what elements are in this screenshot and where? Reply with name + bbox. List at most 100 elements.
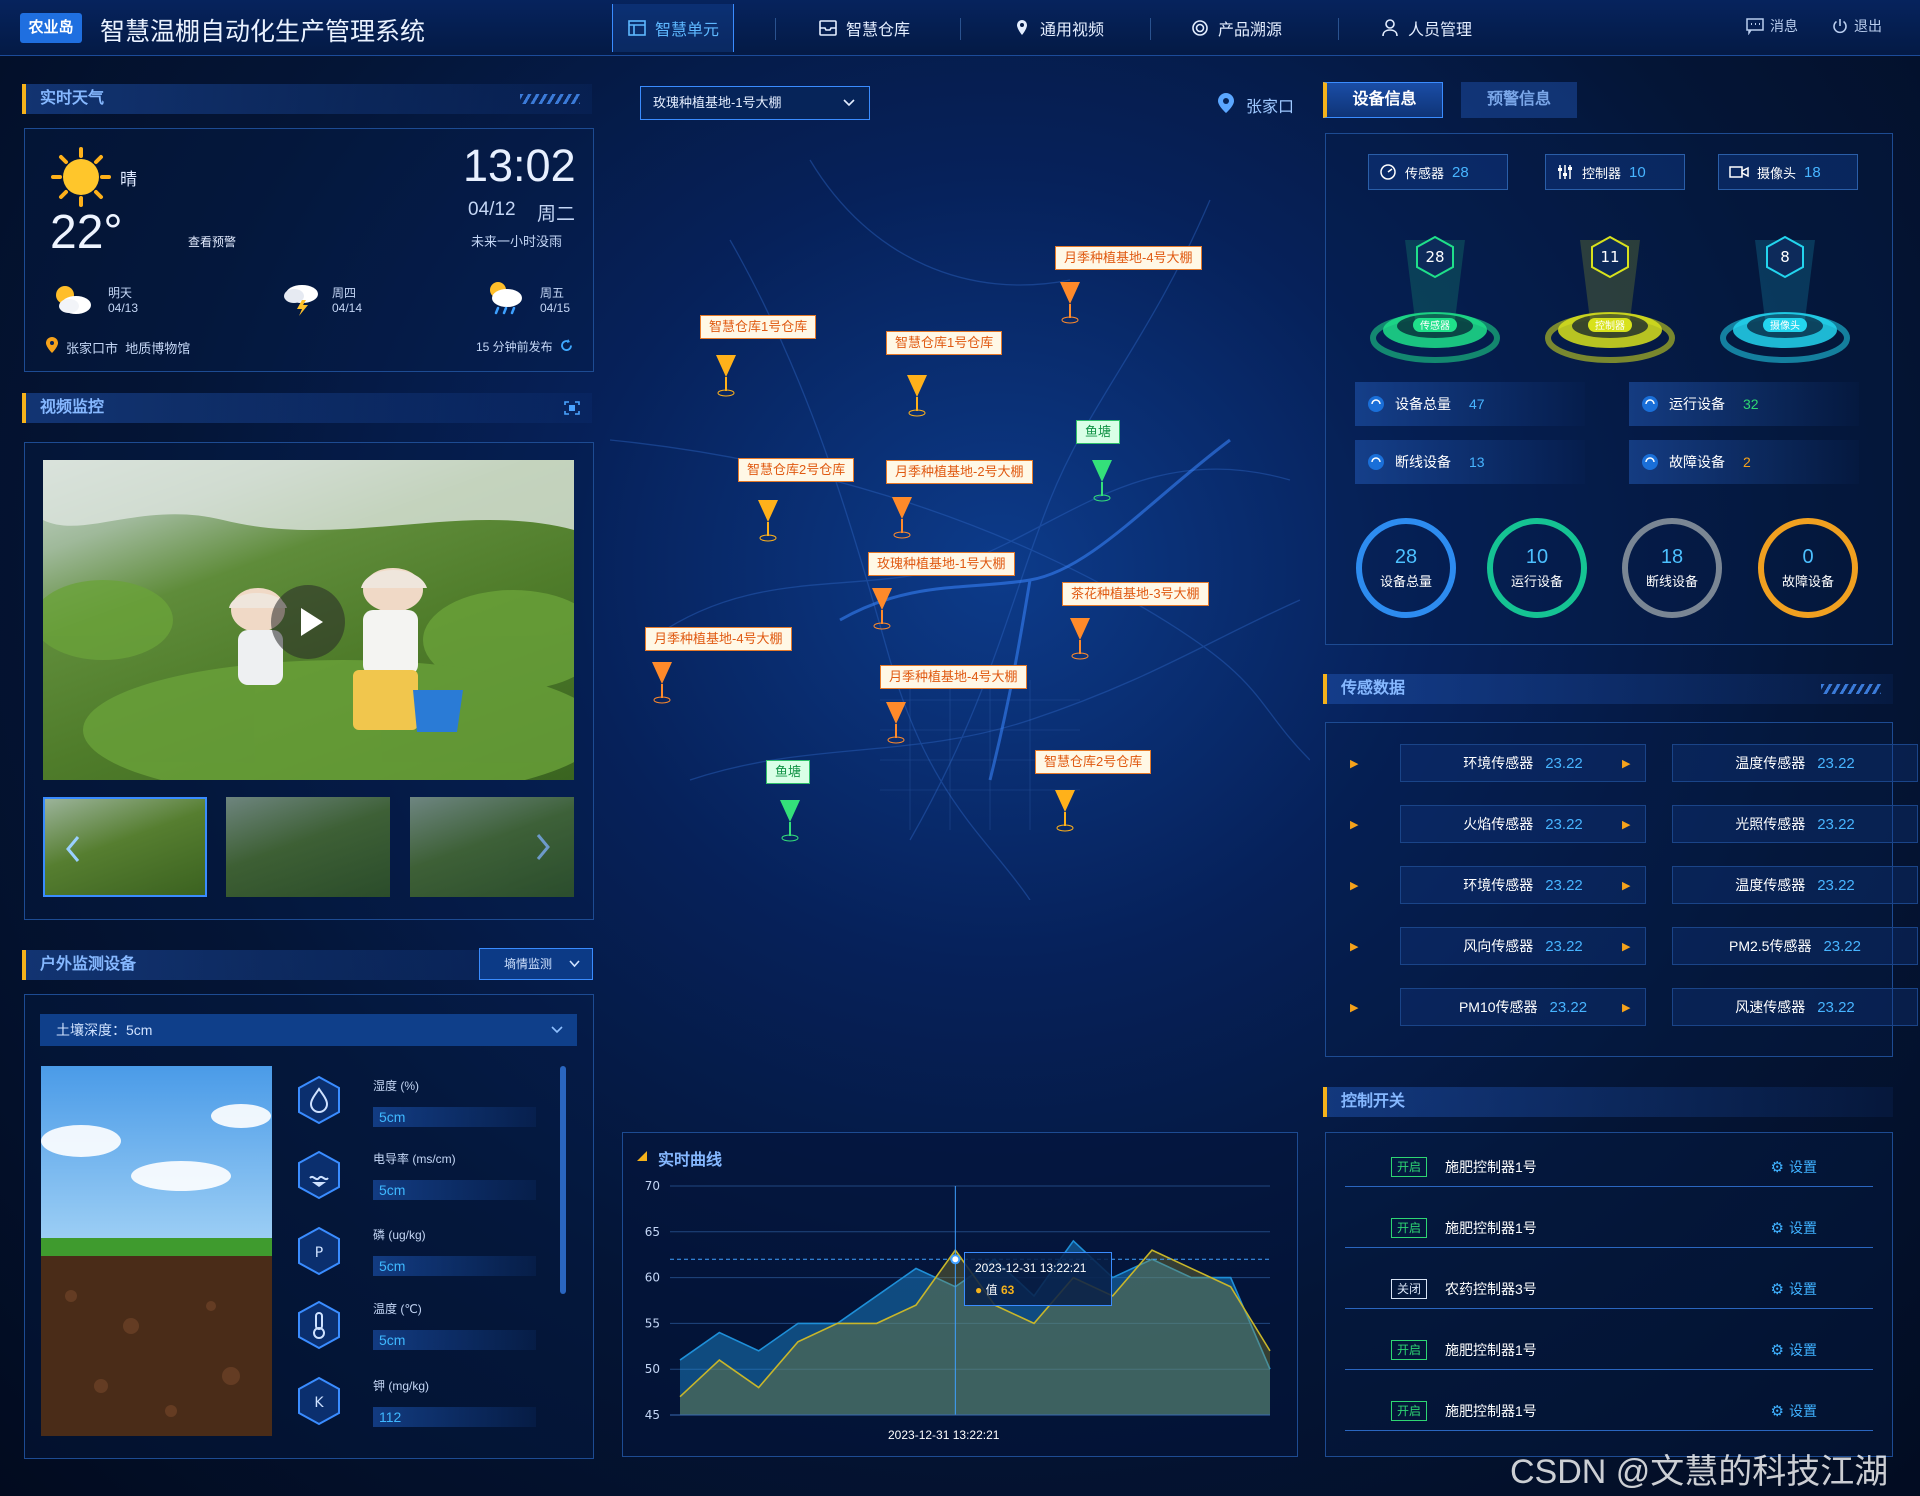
- count-value: 18: [1804, 163, 1821, 181]
- switch-settings-button[interactable]: ⚙ 设置: [1771, 1157, 1817, 1177]
- logout-label: 退出: [1854, 18, 1882, 34]
- play-button[interactable]: [271, 585, 345, 659]
- nav-label: 智慧仓库: [846, 22, 911, 39]
- switch-state-badge[interactable]: 开启: [1391, 1339, 1427, 1360]
- chevron-left-icon[interactable]: [65, 835, 81, 863]
- status-dot-icon: [1368, 396, 1384, 412]
- stat-label: 故障设备: [1669, 454, 1725, 470]
- status-dot-icon: [1642, 396, 1658, 412]
- map-marker-label[interactable]: 玫瑰种植基地-1号大棚: [868, 552, 1015, 576]
- pedestal-label: 摄像头: [1770, 319, 1800, 332]
- greenhouse-select[interactable]: 玫瑰种植基地-1号大棚: [640, 86, 870, 120]
- map-marker-label[interactable]: 月季种植基地-4号大棚: [1055, 246, 1202, 270]
- map-marker-label[interactable]: 茶花种植基地-3号大棚: [1062, 582, 1209, 606]
- soil-depth-value: 土壤深度：5cm: [56, 1022, 153, 1038]
- nav-tab-smart-warehouse[interactable]: 智慧仓库: [818, 0, 910, 56]
- map-pin-icon[interactable]: [1068, 618, 1092, 664]
- sensor-name: 光照传感器: [1735, 816, 1806, 832]
- map-pin-icon[interactable]: [650, 662, 674, 708]
- device-stat-fault: 故障设备 2: [1629, 440, 1859, 484]
- sensor-name: 环境传感器: [1463, 755, 1534, 771]
- refresh-icon[interactable]: [560, 339, 573, 352]
- map-pin-icon[interactable]: [714, 355, 738, 401]
- chevron-down-icon: [843, 99, 855, 107]
- sensor-name: 温度传感器: [1735, 755, 1806, 771]
- switch-settings-button[interactable]: ⚙ 设置: [1771, 1218, 1817, 1238]
- arrow-icon: ▶: [1350, 880, 1359, 892]
- nav-tab-personnel[interactable]: 人员管理: [1380, 0, 1472, 56]
- video-panel-title: 视频监控: [22, 393, 592, 423]
- view-warning-link[interactable]: 查看预警: [188, 233, 236, 250]
- switch-state-badge[interactable]: 开启: [1391, 1156, 1427, 1177]
- forecast-date: 04/13: [108, 301, 139, 315]
- clock-time: 13:02: [463, 140, 576, 191]
- messages-button[interactable]: 消息: [1746, 16, 1798, 36]
- sensor-item: 光照传感器 23.22: [1672, 805, 1918, 843]
- map-pin-icon[interactable]: [884, 702, 908, 748]
- realtime-area-chart[interactable]: 70 65 60 55 50 45: [622, 1170, 1298, 1450]
- map-marker-label[interactable]: 月季种植基地-2号大棚: [886, 460, 1033, 484]
- map-pin-icon[interactable]: [1058, 282, 1082, 328]
- switch-state-badge[interactable]: 开启: [1391, 1217, 1427, 1238]
- tab-warning-info[interactable]: 预警信息: [1461, 82, 1577, 118]
- tab-device-info[interactable]: 设备信息: [1323, 82, 1443, 118]
- count-label: 控制器: [1582, 165, 1622, 181]
- map-pin-icon[interactable]: [1053, 790, 1077, 836]
- video-thumbnail-1[interactable]: [43, 797, 207, 897]
- chevron-right-icon[interactable]: [535, 833, 551, 861]
- pedestal-value: 28: [1425, 248, 1444, 266]
- y-tick-label: 65: [645, 1225, 660, 1239]
- video-thumbnail-3[interactable]: [410, 797, 574, 897]
- monitor-type-dropdown[interactable]: 墒情监测: [479, 948, 593, 980]
- switch-state-badge[interactable]: 开启: [1391, 1400, 1427, 1421]
- map-marker-label[interactable]: 月季种植基地-4号大棚: [880, 665, 1027, 689]
- stat-value: 2: [1743, 454, 1751, 470]
- outdoor-title: 户外监测设备: [40, 956, 137, 973]
- map-pin-icon[interactable]: [778, 800, 802, 846]
- ring-stat-4: 0 故障设备: [1758, 518, 1858, 618]
- map-pin-icon[interactable]: [870, 588, 894, 634]
- pedestal-1: 28 传感器: [1370, 235, 1500, 363]
- watermark: CSDN @文慧的科技江湖: [1510, 1453, 1889, 1491]
- arrow-icon: ▶: [1350, 819, 1359, 831]
- pedestal-2: 11 控制器: [1545, 235, 1675, 363]
- sensor-value: 23.22: [1545, 937, 1583, 955]
- scrollbar-thumb[interactable]: [560, 1066, 566, 1294]
- fullscreen-icon[interactable]: [564, 401, 580, 415]
- stat-value: 47: [1469, 396, 1485, 412]
- map-marker-label[interactable]: 鱼塘: [766, 760, 811, 784]
- logout-button[interactable]: 退出: [1832, 16, 1882, 36]
- switch-state-badge[interactable]: 关闭: [1391, 1278, 1427, 1299]
- pedestal-value: 8: [1780, 248, 1790, 266]
- map-pin-icon[interactable]: [1090, 460, 1114, 506]
- video-thumbnail-2[interactable]: [226, 797, 390, 897]
- map-pin-icon[interactable]: [890, 497, 914, 543]
- rain-hint: 未来一小时没雨: [471, 234, 563, 249]
- map-marker-label[interactable]: 鱼塘: [1076, 420, 1121, 444]
- nav-tab-traceability[interactable]: 产品溯源: [1190, 0, 1282, 56]
- nav-tab-smart-unit[interactable]: 智慧单元: [612, 4, 735, 52]
- map-marker-label[interactable]: 月季种植基地-4号大棚: [645, 627, 792, 651]
- map-marker-label[interactable]: 智慧仓库2号仓库: [1035, 750, 1152, 774]
- location-icon: [1017, 20, 1027, 35]
- map-marker-label[interactable]: 智慧仓库1号仓库: [886, 331, 1003, 355]
- soil-depth-select[interactable]: 土壤深度：5cm: [40, 1014, 577, 1046]
- switch-row: 开启 施肥控制器1号 ⚙ 设置: [1345, 1391, 1873, 1431]
- switch-settings-button[interactable]: ⚙ 设置: [1771, 1340, 1817, 1360]
- weather-title: 实时天气: [40, 90, 105, 107]
- ring-value: 10: [1525, 546, 1549, 568]
- switch-settings-button[interactable]: ⚙ 设置: [1771, 1401, 1817, 1421]
- sun-icon: [51, 147, 111, 207]
- main-video-player[interactable]: [43, 460, 574, 780]
- map-pin-icon[interactable]: [905, 375, 929, 421]
- map-marker-label[interactable]: 智慧仓库2号仓库: [738, 458, 855, 482]
- arrow-icon: ▶: [1622, 1002, 1631, 1014]
- map-pin-icon[interactable]: [756, 500, 780, 546]
- ring-value: 28: [1394, 546, 1418, 568]
- sensor-value: 23.22: [1549, 998, 1588, 1016]
- nav-tab-video[interactable]: 通用视频: [1012, 0, 1104, 56]
- thermometer-icon: [298, 1300, 340, 1350]
- potassium-icon: K: [298, 1376, 340, 1426]
- map-marker-label[interactable]: 智慧仓库1号仓库: [700, 315, 817, 339]
- switch-settings-button[interactable]: ⚙ 设置: [1771, 1279, 1817, 1299]
